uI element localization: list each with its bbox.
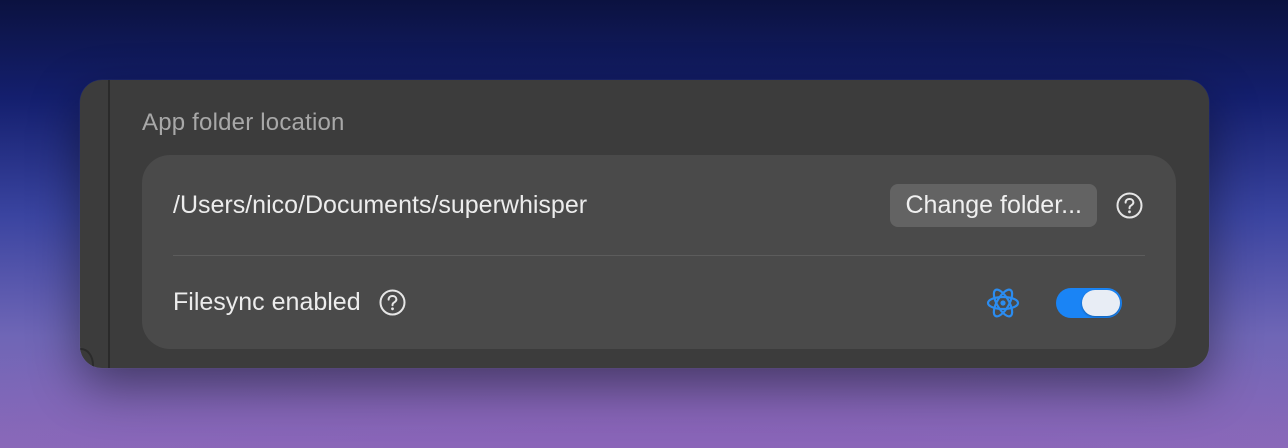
sidebar-divider [108, 80, 110, 368]
section-title: App folder location [142, 109, 345, 136]
help-icon[interactable] [379, 289, 406, 316]
change-folder-button[interactable]: Change folder... [890, 184, 1097, 227]
folder-location-row: /Users/nico/Documents/superwhisper Chang… [173, 155, 1145, 256]
settings-group: /Users/nico/Documents/superwhisper Chang… [142, 155, 1176, 349]
settings-window: App folder location /Users/nico/Document… [80, 80, 1209, 368]
toggle-knob [1082, 289, 1120, 316]
sidebar-resize-handle[interactable] [80, 348, 94, 368]
filesync-label: Filesync enabled [173, 288, 361, 316]
filesync-toggle[interactable] [1056, 287, 1122, 318]
atom-icon [986, 286, 1020, 320]
filesync-row: Filesync enabled [173, 256, 1145, 349]
help-icon[interactable] [1116, 192, 1143, 219]
folder-path: /Users/nico/Documents/superwhisper [173, 191, 588, 219]
